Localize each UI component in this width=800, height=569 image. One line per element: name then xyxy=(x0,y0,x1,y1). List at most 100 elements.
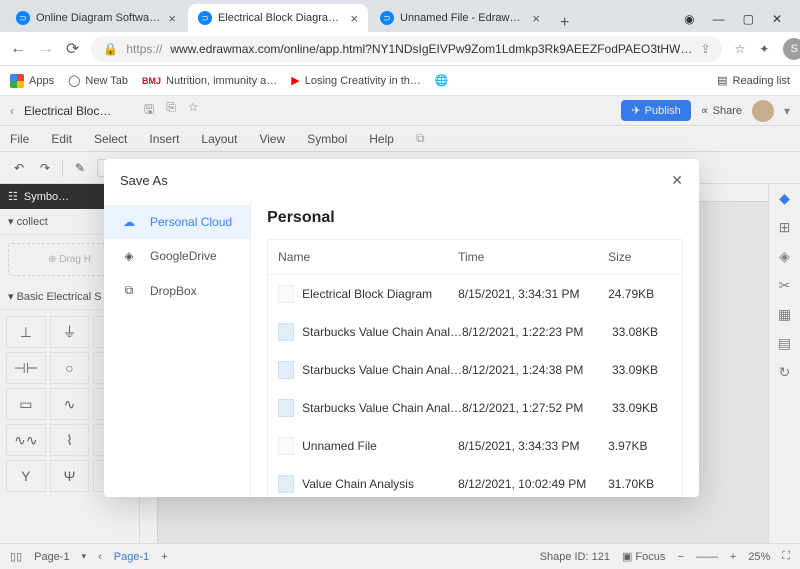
file-thumb-icon xyxy=(278,361,294,379)
file-size: 3.97KB xyxy=(608,439,668,453)
col-time[interactable]: Time xyxy=(458,250,608,264)
bookmark-item[interactable]: ▶ Losing Creativity in th… xyxy=(291,74,421,87)
bookmark-label: Reading list xyxy=(733,75,790,87)
table-header: Name Time Size xyxy=(268,240,682,275)
file-size: 33.09KB xyxy=(612,401,672,415)
file-thumb-icon xyxy=(278,437,294,455)
location-sidebar: ☁ Personal Cloud ◈ GoogleDrive ⧉ DropBox xyxy=(104,201,251,497)
file-name: Starbucks Value Chain Anal… xyxy=(302,363,462,377)
file-size: 33.09KB xyxy=(612,363,672,377)
table-row[interactable]: Unnamed File 8/15/2021, 3:34:33 PM3.97KB xyxy=(268,427,682,465)
tab-title: Electrical Block Diagram - Edraw… xyxy=(218,12,344,24)
file-name: Starbucks Value Chain Anal… xyxy=(302,401,462,415)
browser-tab-strip: ⊃ Online Diagram Software - Edraw… × ⊃ E… xyxy=(0,0,800,32)
file-name: Unnamed File xyxy=(302,439,377,453)
list-icon: ▤ xyxy=(717,74,727,87)
file-thumb-icon xyxy=(278,323,294,341)
close-icon[interactable]: × xyxy=(350,11,358,26)
save-as-dialog: Save As ✕ ☁ Personal Cloud ◈ GoogleDrive… xyxy=(104,159,699,497)
bookmark-item[interactable]: ◯ New Tab xyxy=(68,74,128,87)
file-time: 8/12/2021, 1:27:52 PM xyxy=(462,401,612,415)
close-icon[interactable]: ✕ xyxy=(671,172,683,189)
file-name: Value Chain Analysis xyxy=(302,477,414,491)
apps-icon xyxy=(10,74,24,88)
tab-title: Unnamed File - EdrawMax xyxy=(400,12,526,24)
location-googledrive[interactable]: ◈ GoogleDrive xyxy=(104,239,250,273)
apps-shortcut[interactable]: Apps xyxy=(10,74,54,88)
file-name: Electrical Block Diagram xyxy=(302,287,432,301)
location-label: Personal Cloud xyxy=(150,215,232,229)
location-label: DropBox xyxy=(150,284,197,298)
col-size[interactable]: Size xyxy=(608,250,668,264)
close-icon[interactable]: × xyxy=(532,11,540,26)
browser-tab[interactable]: ⊃ Unnamed File - EdrawMax × xyxy=(370,4,550,32)
maximize-icon[interactable]: ▢ xyxy=(743,12,754,26)
close-icon[interactable]: × xyxy=(168,11,176,26)
location-personal-cloud[interactable]: ☁ Personal Cloud xyxy=(104,205,250,239)
location-label: GoogleDrive xyxy=(150,249,217,263)
tab-title: Online Diagram Software - Edraw… xyxy=(36,12,162,24)
site-icon: ⊃ xyxy=(380,11,394,25)
file-size: 24.79KB xyxy=(608,287,668,301)
forward-icon[interactable]: → xyxy=(38,40,54,58)
dialog-header: Save As ✕ xyxy=(104,159,699,201)
back-icon[interactable]: ← xyxy=(10,40,26,58)
url-scheme: https:// xyxy=(126,42,162,56)
dialog-title: Save As xyxy=(120,173,168,188)
browser-tab[interactable]: ⊃ Online Diagram Software - Edraw… × xyxy=(6,4,186,32)
bookmarks-bar: Apps ◯New Tab BMJNutrition, immunity a… … xyxy=(0,66,800,96)
file-time: 8/12/2021, 1:24:38 PM xyxy=(462,363,612,377)
new-tab-button[interactable]: + xyxy=(552,14,577,32)
file-size: 31.70KB xyxy=(608,477,668,491)
file-thumb-icon xyxy=(278,285,294,303)
youtube-icon: ▶ xyxy=(291,74,299,87)
globe-icon: 🌐 xyxy=(435,74,449,87)
url-input[interactable]: 🔒 https:// www.edrawmax.com/online/app.h… xyxy=(91,36,722,62)
file-name: Starbucks Value Chain Anal… xyxy=(302,325,462,339)
site-icon: ⊃ xyxy=(16,11,30,25)
site-icon: ⊃ xyxy=(198,11,212,25)
file-thumb-icon xyxy=(278,475,294,493)
window-controls: ◉ — ▢ ✕ xyxy=(684,12,794,32)
file-time: 8/12/2021, 1:22:23 PM xyxy=(462,325,612,339)
bookmark-label: Losing Creativity in th… xyxy=(305,75,421,87)
dropbox-icon: ⧉ xyxy=(120,283,138,298)
location-dropbox[interactable]: ⧉ DropBox xyxy=(104,273,250,308)
bookmark-label: Apps xyxy=(29,75,54,87)
record-icon[interactable]: ◉ xyxy=(684,12,694,26)
file-thumb-icon xyxy=(278,399,294,417)
reload-icon[interactable]: ⟳ xyxy=(66,39,79,59)
address-bar: ← → ⟳ 🔒 https:// www.edrawmax.com/online… xyxy=(0,32,800,66)
bookmark-item[interactable]: 🌐 xyxy=(435,74,449,87)
bmj-icon: BMJ xyxy=(142,76,161,86)
table-row[interactable]: Value Chain Analysis 8/12/2021, 10:02:49 … xyxy=(268,465,682,497)
browser-tab-active[interactable]: ⊃ Electrical Block Diagram - Edraw… × xyxy=(188,4,368,32)
close-window-icon[interactable]: ✕ xyxy=(772,12,782,26)
file-time: 8/12/2021, 10:02:49 PM xyxy=(458,477,608,491)
cloud-icon: ☁ xyxy=(120,215,138,229)
file-time: 8/15/2021, 3:34:31 PM xyxy=(458,287,608,301)
share-url-icon[interactable]: ⇪ xyxy=(700,42,710,56)
extensions-icon[interactable]: ✦ xyxy=(759,42,769,56)
minimize-icon[interactable]: — xyxy=(713,12,725,26)
file-time: 8/15/2021, 3:34:33 PM xyxy=(458,439,608,453)
table-row[interactable]: Starbucks Value Chain Anal…8/12/2021, 1:… xyxy=(268,313,682,351)
bookmark-label: New Tab xyxy=(85,75,128,87)
star-icon[interactable]: ☆ xyxy=(734,42,745,56)
table-row[interactable]: Electrical Block Diagram 8/15/2021, 3:34:… xyxy=(268,275,682,313)
profile-avatar[interactable]: S xyxy=(783,38,800,60)
app-root: ‹ Electrical Block D… 🖫 ⎘ ☆ ✈Publish ∝Sh… xyxy=(0,96,800,569)
lock-icon: 🔒 xyxy=(103,42,118,56)
url-text: www.edrawmax.com/online/app.html?NY1NDsI… xyxy=(170,42,692,56)
file-browser: Personal Name Time Size Electrical Block… xyxy=(251,201,699,497)
reading-list-button[interactable]: ▤ Reading list xyxy=(717,74,790,87)
location-title: Personal xyxy=(267,205,683,239)
file-table: Name Time Size Electrical Block Diagram 8… xyxy=(267,239,683,497)
col-name[interactable]: Name xyxy=(278,250,458,264)
file-size: 33.08KB xyxy=(612,325,672,339)
bookmark-label: Nutrition, immunity a… xyxy=(166,75,277,87)
table-row[interactable]: Starbucks Value Chain Anal…8/12/2021, 1:… xyxy=(268,351,682,389)
bookmark-item[interactable]: BMJ Nutrition, immunity a… xyxy=(142,75,277,87)
table-row[interactable]: Starbucks Value Chain Anal…8/12/2021, 1:… xyxy=(268,389,682,427)
globe-icon: ◯ xyxy=(68,74,80,87)
